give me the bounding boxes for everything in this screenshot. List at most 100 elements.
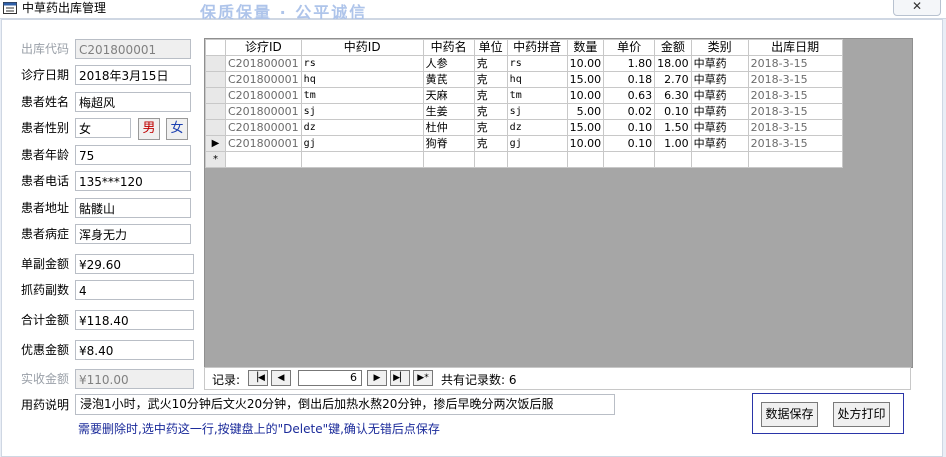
total-amount-field[interactable]: ¥118.40 (75, 310, 194, 330)
table-cell[interactable] (690, 151, 749, 168)
table-cell[interactable]: rs (506, 55, 568, 72)
table-cell[interactable]: hq (300, 71, 424, 88)
row-selector[interactable]: ▶ (205, 135, 226, 152)
first-record-button[interactable]: ▕◀ (248, 370, 268, 386)
patient-gender-field[interactable]: 女 (75, 118, 131, 138)
table-cell[interactable]: 2018-3-15 (747, 119, 843, 136)
table-cell[interactable]: 中草药 (690, 103, 749, 120)
table-cell[interactable]: 1.80 (603, 55, 656, 72)
table-row[interactable]: ▶ C201800001 gj 狗脊克 gj 10.00 0.10 1.00 中草药 2018-3… (205, 135, 843, 152)
row-selector[interactable] (205, 103, 226, 120)
male-button[interactable]: 男 (138, 118, 160, 140)
table-row[interactable]: C201800001 dz 杜仲克 dz 15.00 0.10 1.50 中草药 2018-3-… (205, 119, 843, 136)
table-row[interactable]: C201800001 tm 天麻克 tm 10.00 0.63 6.30 中草药 2018-3-… (205, 87, 843, 104)
table-cell[interactable]: 10.00 (566, 87, 605, 104)
table-cell[interactable]: 克 (473, 135, 508, 152)
usage-field[interactable]: 浸泡1小时，武火10分钟后文火20分钟，倒出后加热水熬20分钟，掺后早晚分两次饭… (75, 394, 615, 415)
table-cell[interactable]: 2.70 (654, 71, 692, 88)
per-dose-amount-field[interactable]: ¥29.60 (75, 254, 194, 274)
patient-condition-field[interactable]: 浑身无力 (75, 224, 191, 244)
table-row[interactable]: C201800001 rs 人参克 rs 10.00 1.80 18.00 中草药 2018-3… (205, 55, 843, 72)
save-button[interactable]: 数据保存 (761, 402, 818, 427)
table-cell[interactable]: dz (300, 119, 424, 136)
table-cell[interactable]: hq (506, 71, 568, 88)
table-cell[interactable] (225, 151, 302, 168)
next-record-button[interactable]: ▶ (367, 370, 387, 386)
table-row[interactable]: C201800001 sj 生姜克 sj 5.00 0.02 0.10 中草药 2018-3-1… (205, 103, 843, 120)
table-cell[interactable]: dz (506, 119, 568, 136)
table-cell[interactable]: C201800001 (225, 71, 302, 88)
patient-phone-field[interactable]: 135***120 (75, 171, 191, 191)
table-cell[interactable]: 黄芪 (422, 71, 475, 88)
table-cell[interactable]: 中草药 (690, 87, 749, 104)
table-cell[interactable]: 15.00 (566, 119, 605, 136)
patient-name-field[interactable]: 梅超风 (75, 92, 191, 112)
table-cell[interactable]: 克 (473, 103, 508, 120)
table-cell[interactable]: 18.00 (654, 55, 692, 72)
column-header[interactable]: 中药拼音 (506, 39, 568, 56)
table-cell[interactable]: 6.30 (654, 87, 692, 104)
table-cell[interactable]: 0.18 (603, 71, 656, 88)
patient-age-field[interactable]: 75 (75, 145, 191, 165)
table-cell[interactable] (747, 151, 843, 168)
table-cell[interactable]: C201800001 (225, 135, 302, 152)
current-record-input[interactable]: 6 (298, 370, 362, 386)
table-cell[interactable]: 1.50 (654, 119, 692, 136)
row-selector[interactable] (205, 71, 226, 88)
column-header[interactable]: 中药名 (422, 39, 475, 56)
table-cell[interactable]: sj (506, 103, 568, 120)
new-row-marker[interactable]: * (205, 151, 226, 168)
table-cell[interactable]: 天麻 (422, 87, 475, 104)
close-button[interactable]: ✕ (893, 0, 941, 16)
table-cell[interactable]: 0.63 (603, 87, 656, 104)
table-cell[interactable]: 0.10 (603, 119, 656, 136)
female-button[interactable]: 女 (166, 118, 188, 140)
prev-record-button[interactable]: ◀ (271, 370, 291, 386)
table-cell[interactable]: 生姜 (422, 103, 475, 120)
table-cell[interactable]: 2018-3-15 (747, 103, 843, 120)
table-cell[interactable]: 中草药 (690, 71, 749, 88)
column-header[interactable]: 单价 (603, 39, 656, 56)
table-cell[interactable] (422, 151, 475, 168)
table-cell[interactable] (566, 151, 605, 168)
visit-date-field[interactable]: 2018年3月15日 (75, 65, 191, 85)
row-selector[interactable] (205, 119, 226, 136)
table-cell[interactable]: tm (506, 87, 568, 104)
table-cell[interactable]: 2018-3-15 (747, 71, 843, 88)
table-cell[interactable]: tm (300, 87, 424, 104)
table-cell[interactable] (654, 151, 692, 168)
dose-count-field[interactable]: 4 (75, 280, 194, 300)
table-cell[interactable]: gj (300, 135, 424, 152)
table-cell[interactable]: sj (300, 103, 424, 120)
table-cell[interactable]: 中草药 (690, 119, 749, 136)
table-cell[interactable] (473, 151, 508, 168)
column-header[interactable]: 出库日期 (747, 39, 843, 56)
table-cell[interactable]: C201800001 (225, 55, 302, 72)
table-cell[interactable]: 2018-3-15 (747, 135, 843, 152)
column-header[interactable]: 诊疗ID (225, 39, 302, 56)
table-cell[interactable]: 0.10 (603, 135, 656, 152)
column-header[interactable]: 中药ID (300, 39, 424, 56)
table-cell[interactable]: C201800001 (225, 103, 302, 120)
new-row[interactable]: * (205, 151, 843, 168)
row-selector[interactable] (205, 87, 226, 104)
column-header[interactable]: 金额 (654, 39, 692, 56)
print-prescription-button[interactable]: 处方打印 (833, 402, 890, 427)
table-cell[interactable] (300, 151, 424, 168)
table-cell[interactable]: C201800001 (225, 119, 302, 136)
table-cell[interactable]: 2018-3-15 (747, 87, 843, 104)
last-record-button[interactable]: ▶▏ (390, 370, 410, 386)
table-cell[interactable]: 0.10 (654, 103, 692, 120)
table-cell[interactable]: C201800001 (225, 87, 302, 104)
table-cell[interactable]: 克 (473, 71, 508, 88)
table-cell[interactable]: rs (300, 55, 424, 72)
table-cell[interactable]: 10.00 (566, 135, 605, 152)
table-cell[interactable]: gj (506, 135, 568, 152)
table-cell[interactable]: 克 (473, 55, 508, 72)
new-record-button[interactable]: ▶* (413, 370, 433, 386)
table-cell[interactable]: 10.00 (566, 55, 605, 72)
patient-address-field[interactable]: 骷髅山 (75, 198, 191, 218)
table-cell[interactable]: 中草药 (690, 135, 749, 152)
table-cell[interactable]: 5.00 (566, 103, 605, 120)
table-cell[interactable]: 中草药 (690, 55, 749, 72)
